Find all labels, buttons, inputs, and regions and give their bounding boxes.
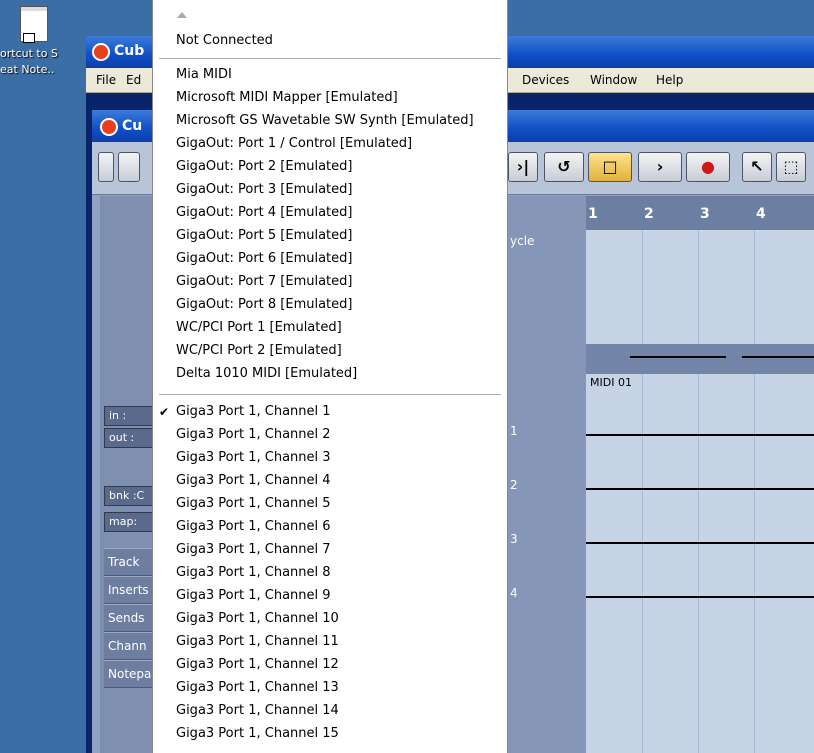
menu-item-device[interactable]: Microsoft GS Wavetable SW Synth [Emulate… <box>176 113 474 129</box>
menu-separator <box>159 58 501 59</box>
checkmark-icon: ✔ <box>159 405 170 419</box>
grid-line <box>754 230 755 753</box>
menu-item-device[interactable]: GigaOut: Port 8 [Emulated] <box>176 297 352 313</box>
project-window-title: Cu <box>122 118 143 134</box>
menu-item-device[interactable]: GigaOut: Port 6 [Emulated] <box>176 251 352 267</box>
menu-item-channel[interactable]: Giga3 Port 1, Channel 9 <box>176 588 331 604</box>
play-button[interactable]: › <box>638 152 682 182</box>
menu-edit[interactable]: Ed <box>126 73 141 87</box>
range-tool-button[interactable]: ⬚ <box>776 152 806 182</box>
timeline-ruler[interactable]: 1 2 3 4 <box>586 196 814 230</box>
ruler-bar-3: 3 <box>700 206 710 222</box>
menu-item-device[interactable]: GigaOut: Port 4 [Emulated] <box>176 205 352 221</box>
menu-item-channel[interactable]: Giga3 Port 1, Channel 8 <box>176 565 331 581</box>
ruler-bar-1: 1 <box>588 206 598 222</box>
part-event-line <box>630 356 726 358</box>
track-lane-line <box>586 542 814 544</box>
track-lane-line <box>586 596 814 598</box>
track-number: 3 <box>510 532 518 546</box>
menu-window[interactable]: Window <box>590 73 637 87</box>
menu-item-channel[interactable]: Giga3 Port 1, Channel 2 <box>176 427 331 443</box>
menu-item-device[interactable]: WC/PCI Port 1 [Emulated] <box>176 320 342 336</box>
part-name: MIDI 01 <box>590 376 632 389</box>
record-button[interactable]: ● <box>686 152 730 182</box>
menu-item-not-connected[interactable]: Not Connected <box>176 33 273 49</box>
menu-item-device[interactable]: Mia MIDI <box>176 67 232 83</box>
stop-button[interactable]: □ <box>588 152 632 182</box>
midi-output-dropdown-menu: Not Connected Mia MIDI Microsoft MIDI Map… <box>152 0 508 753</box>
grid-line <box>642 230 643 753</box>
track-lane-line <box>586 434 814 436</box>
track-list: ycle 1 2 3 4 <box>506 196 586 753</box>
track-lane-line <box>586 488 814 490</box>
menu-item-device[interactable]: GigaOut: Port 7 [Emulated] <box>176 274 352 290</box>
cubase-logo-icon <box>92 43 110 61</box>
menu-item-channel[interactable]: Giga3 Port 1, Channel 15 <box>176 726 339 742</box>
ruler-bar-2: 2 <box>644 206 654 222</box>
pointer-tool-button[interactable]: ↖ <box>742 152 772 182</box>
cycle-dropdown[interactable]: ycle <box>510 234 534 248</box>
menu-file[interactable]: File <box>96 73 116 87</box>
arrange-area[interactable]: 1 2 3 4 MIDI 01 <box>586 196 814 753</box>
menu-devices[interactable]: Devices <box>522 73 569 87</box>
desktop-shortcut-label: ortcut to S eat Note.. <box>0 47 58 76</box>
track-number: 2 <box>510 478 518 492</box>
cycle-button[interactable]: ↺ <box>544 152 584 182</box>
menu-help[interactable]: Help <box>656 73 683 87</box>
menu-separator <box>159 394 501 395</box>
menu-item-channel[interactable]: Giga3 Port 1, Channel 13 <box>176 680 339 696</box>
menu-item-channel[interactable]: Giga3 Port 1, Channel 12 <box>176 657 339 673</box>
toolbar-state-button[interactable] <box>98 152 114 182</box>
menu-item-device[interactable]: Delta 1010 MIDI [Emulated] <box>176 366 357 382</box>
midi-part[interactable] <box>586 344 814 374</box>
notepad-shortcut-icon <box>20 6 48 43</box>
menu-item-device[interactable]: WC/PCI Port 2 [Emulated] <box>176 343 342 359</box>
goto-end-button[interactable]: ›| <box>508 152 538 182</box>
toolbar-mode-button[interactable] <box>118 152 140 182</box>
part-event-line <box>742 356 814 358</box>
menu-item-channel[interactable]: Giga3 Port 1, Channel 3 <box>176 450 331 466</box>
menu-item-channel[interactable]: Giga3 Port 1, Channel 5 <box>176 496 331 512</box>
menu-item-device[interactable]: Microsoft MIDI Mapper [Emulated] <box>176 90 398 106</box>
menu-item-channel[interactable]: Giga3 Port 1, Channel 11 <box>176 634 339 650</box>
main-window-title: Cub <box>114 43 145 59</box>
track-number: 1 <box>510 424 518 438</box>
menu-item-device[interactable]: GigaOut: Port 3 [Emulated] <box>176 182 352 198</box>
menu-item-channel[interactable]: Giga3 Port 1, Channel 14 <box>176 703 339 719</box>
menu-item-channel[interactable]: Giga3 Port 1, Channel 4 <box>176 473 331 489</box>
track-number: 4 <box>510 586 518 600</box>
grid-line <box>698 230 699 753</box>
menu-item-device[interactable]: GigaOut: Port 5 [Emulated] <box>176 228 352 244</box>
menu-item-channel[interactable]: Giga3 Port 1, Channel 1 <box>176 404 331 420</box>
menu-item-device[interactable]: GigaOut: Port 1 / Control [Emulated] <box>176 136 412 152</box>
menu-item-device[interactable]: GigaOut: Port 2 [Emulated] <box>176 159 352 175</box>
dropdown-scroll-up-icon[interactable] <box>177 12 187 18</box>
menu-item-channel[interactable]: Giga3 Port 1, Channel 6 <box>176 519 331 535</box>
menu-item-channel[interactable]: Giga3 Port 1, Channel 7 <box>176 542 331 558</box>
ruler-bar-4: 4 <box>756 206 766 222</box>
menu-item-channel[interactable]: Giga3 Port 1, Channel 10 <box>176 611 339 627</box>
cubase-logo-icon <box>100 118 118 136</box>
